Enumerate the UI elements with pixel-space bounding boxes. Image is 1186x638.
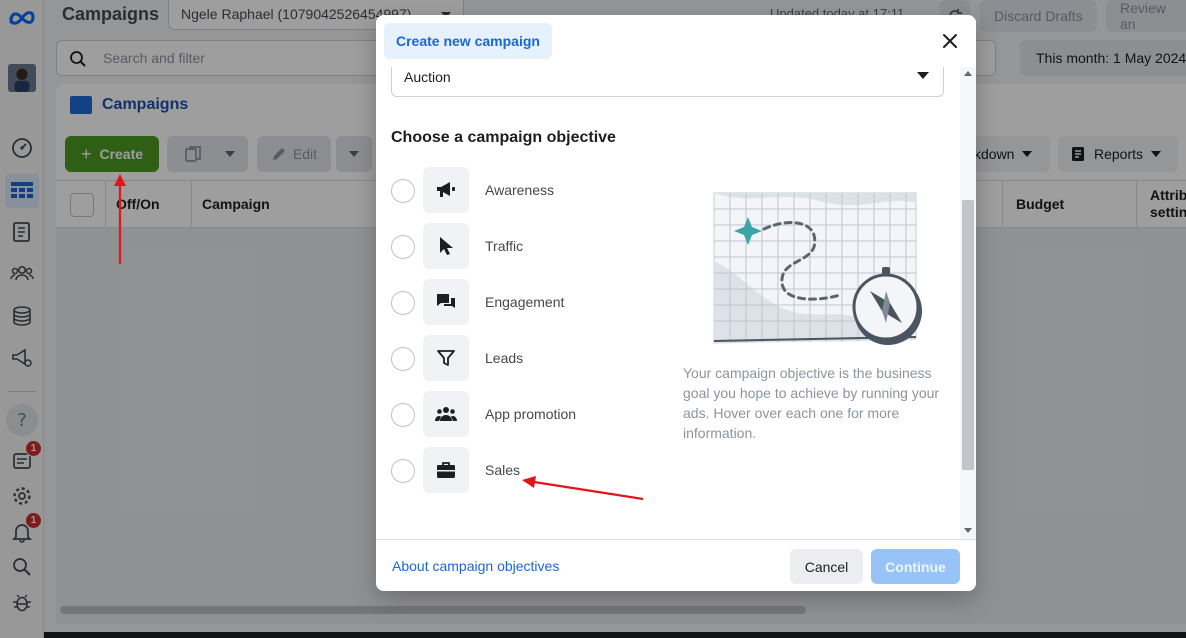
sales-annotation-arrow: [522, 476, 644, 501]
